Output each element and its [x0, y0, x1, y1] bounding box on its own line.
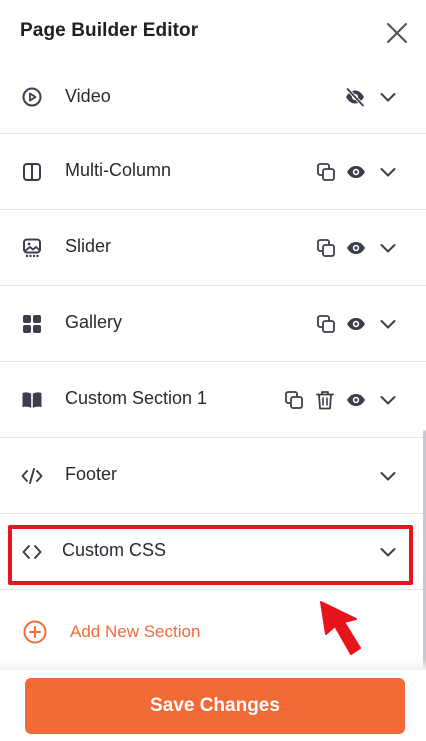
- section-list: Video Multi-Column Slider Gallery Custom…: [0, 72, 426, 590]
- chevron-down-icon[interactable]: [377, 313, 399, 335]
- chevron-down-icon[interactable]: [377, 389, 399, 411]
- section-row-gallery[interactable]: Gallery: [0, 286, 426, 362]
- book-icon: [22, 392, 42, 408]
- section-label: Custom Section 1: [65, 388, 208, 408]
- slider-image-icon: [23, 238, 41, 258]
- duplicate-icon[interactable]: [315, 161, 337, 183]
- grid-icon: [23, 315, 41, 333]
- add-new-section-label: Add New Section: [70, 622, 201, 641]
- duplicate-icon[interactable]: [315, 237, 337, 259]
- trash-icon[interactable]: [314, 389, 336, 411]
- chevron-down-icon[interactable]: [377, 86, 399, 108]
- eye-icon[interactable]: [345, 237, 367, 259]
- columns-icon: [23, 163, 41, 181]
- eye-icon[interactable]: [345, 389, 367, 411]
- play-circle-icon: [22, 87, 42, 107]
- section-row-slider[interactable]: Slider: [0, 210, 426, 286]
- section-row-video[interactable]: Video: [0, 72, 426, 134]
- section-label: Slider: [65, 236, 112, 256]
- section-label: Footer: [65, 464, 118, 484]
- close-icon[interactable]: [384, 20, 410, 46]
- eye-off-icon[interactable]: [344, 86, 366, 108]
- section-row-multi-column[interactable]: Multi-Column: [0, 134, 426, 210]
- code-icon: [21, 468, 43, 484]
- footer-divider-shadow: [0, 660, 426, 670]
- chevron-down-icon[interactable]: [377, 161, 399, 183]
- editor-header: Page Builder Editor: [0, 0, 426, 72]
- section-label: Video: [65, 86, 111, 106]
- highlight-box: [8, 525, 413, 585]
- chevron-down-icon[interactable]: [377, 465, 399, 487]
- eye-icon[interactable]: [345, 161, 367, 183]
- section-row-footer[interactable]: Footer: [0, 438, 426, 514]
- save-changes-button[interactable]: Save Changes: [25, 678, 405, 734]
- duplicate-icon[interactable]: [283, 389, 305, 411]
- section-label: Gallery: [65, 312, 123, 332]
- page-title: Page Builder Editor: [20, 20, 199, 41]
- section-label: Multi-Column: [65, 160, 172, 180]
- section-row-custom-section-1[interactable]: Custom Section 1: [0, 362, 426, 438]
- chevron-down-icon[interactable]: [377, 237, 399, 259]
- eye-icon[interactable]: [345, 313, 367, 335]
- duplicate-icon[interactable]: [315, 313, 337, 335]
- plus-circle-icon: [23, 620, 47, 644]
- pointer-arrow-icon: [320, 601, 361, 655]
